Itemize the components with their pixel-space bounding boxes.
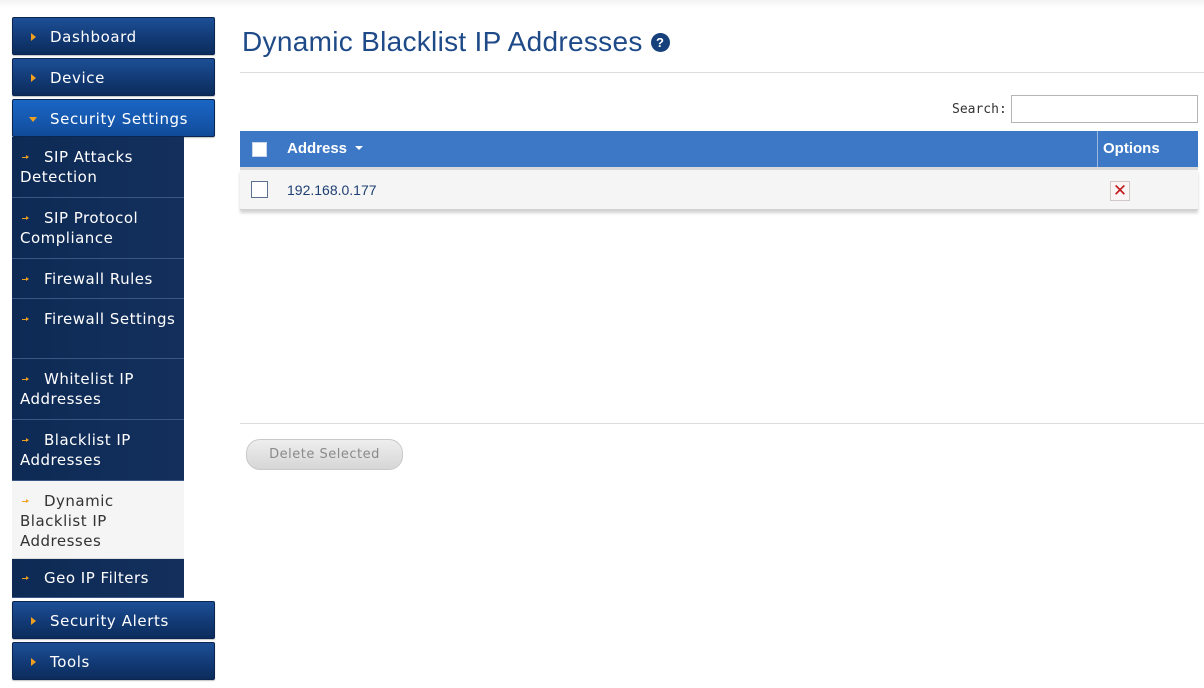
sidebar-item-label: Firewall Settings bbox=[44, 310, 176, 328]
nav-dashboard-label: Dashboard bbox=[50, 28, 137, 46]
sidebar-item-sip-protocol-compliance[interactable]: SIP Protocol Compliance bbox=[12, 198, 184, 259]
sidebar-item-whitelist-ip-addresses[interactable]: Whitelist IP Addresses bbox=[12, 359, 184, 420]
sub-arrow-icon bbox=[20, 496, 34, 508]
column-header-address-label: Address bbox=[287, 140, 348, 157]
delete-selected-button[interactable]: Delete Selected bbox=[246, 439, 403, 470]
sub-arrow-icon bbox=[20, 152, 34, 164]
column-separator bbox=[1097, 131, 1098, 167]
arrow-right-icon bbox=[31, 617, 36, 625]
arrow-down-icon bbox=[29, 117, 37, 122]
help-icon[interactable]: ? bbox=[650, 33, 670, 52]
nav-tools[interactable]: Tools bbox=[12, 642, 215, 680]
sidebar-item-dynamic-blacklist-ip-addresses[interactable]: Dynamic Blacklist IP Addresses bbox=[12, 481, 184, 559]
sub-arrow-icon bbox=[20, 573, 34, 585]
row-address: 192.168.0.177 bbox=[287, 182, 377, 198]
nav-security-settings-label: Security Settings bbox=[50, 110, 189, 128]
sidebar-item-label: Whitelist IP Addresses bbox=[20, 370, 134, 408]
title-divider bbox=[240, 72, 1204, 73]
blacklist-table: Address Options 192.168.0.177 ✕ bbox=[240, 131, 1198, 210]
sub-arrow-icon bbox=[20, 213, 34, 225]
sidebar-item-firewall-rules[interactable]: Firewall Rules bbox=[12, 259, 184, 299]
arrow-right-icon bbox=[31, 658, 36, 666]
sidebar-item-sip-attacks-detection[interactable]: SIP Attacks Detection bbox=[12, 137, 184, 198]
sort-caret-icon bbox=[355, 146, 364, 150]
nav-security-alerts[interactable]: Security Alerts bbox=[12, 601, 215, 639]
sidebar-item-label: SIP Attacks Detection bbox=[20, 148, 133, 186]
arrow-right-icon bbox=[31, 33, 36, 41]
nav-dashboard[interactable]: Dashboard bbox=[12, 17, 215, 55]
page-title: Dynamic Blacklist IP Addresses? bbox=[242, 26, 670, 58]
nav-security-alerts-label: Security Alerts bbox=[50, 612, 169, 630]
nav-security-settings[interactable]: Security Settings bbox=[12, 99, 215, 137]
content-divider bbox=[240, 423, 1204, 424]
column-header-options: Options bbox=[1103, 140, 1160, 157]
sub-arrow-icon bbox=[20, 274, 34, 286]
main-content: Dynamic Blacklist IP Addresses? Search: … bbox=[240, 0, 1204, 688]
nav-device-label: Device bbox=[50, 69, 105, 87]
row-checkbox[interactable] bbox=[251, 181, 268, 198]
sidebar-item-label: SIP Protocol Compliance bbox=[20, 209, 139, 247]
arrow-right-icon bbox=[31, 74, 36, 82]
sidebar-nav: Dashboard Device Security Settings SIP A… bbox=[12, 17, 215, 683]
page-title-text: Dynamic Blacklist IP Addresses bbox=[242, 26, 643, 57]
table-row: 192.168.0.177 ✕ bbox=[240, 170, 1198, 210]
table-header: Address Options bbox=[240, 131, 1198, 170]
nav-device[interactable]: Device bbox=[12, 58, 215, 96]
sub-arrow-icon bbox=[20, 435, 34, 447]
column-header-address[interactable]: Address bbox=[287, 131, 364, 167]
select-all-checkbox[interactable] bbox=[252, 142, 267, 157]
search-input[interactable] bbox=[1011, 95, 1198, 123]
sidebar-item-label: Blacklist IP Addresses bbox=[20, 431, 131, 469]
nav-tools-label: Tools bbox=[50, 653, 90, 671]
sidebar-item-label: Firewall Rules bbox=[44, 270, 153, 288]
search-label: Search: bbox=[952, 102, 1007, 117]
sub-arrow-icon bbox=[20, 314, 34, 326]
delete-icon[interactable]: ✕ bbox=[1110, 181, 1130, 201]
sidebar-item-label: Geo IP Filters bbox=[44, 569, 149, 587]
sidebar-item-geo-ip-filters[interactable]: Geo IP Filters bbox=[12, 559, 184, 598]
sub-arrow-icon bbox=[20, 374, 34, 386]
sidebar-item-blacklist-ip-addresses[interactable]: Blacklist IP Addresses bbox=[12, 420, 184, 481]
sidebar-item-label: Dynamic Blacklist IP Addresses bbox=[20, 492, 114, 550]
security-settings-submenu: SIP Attacks Detection SIP Protocol Compl… bbox=[12, 137, 184, 598]
sidebar-item-firewall-settings[interactable]: Firewall Settings bbox=[12, 299, 184, 359]
